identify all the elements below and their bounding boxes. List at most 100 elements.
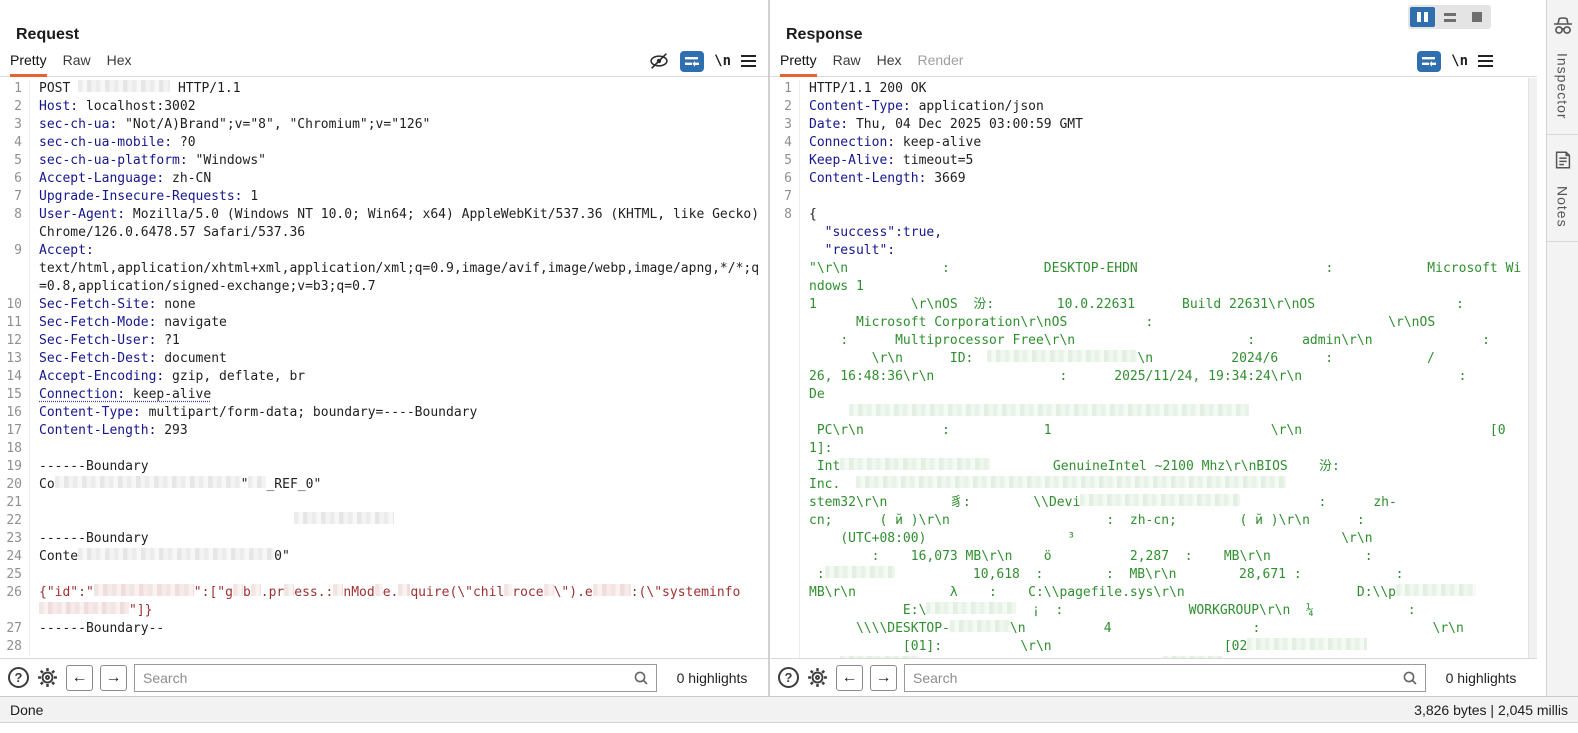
layout-columns-button[interactable] — [1410, 7, 1435, 27]
code-line: 18 — [0, 440, 768, 458]
menu-icon[interactable] — [1478, 52, 1493, 70]
line-number: 14 — [0, 368, 30, 386]
line-number: 27 — [0, 620, 30, 638]
line-number — [770, 548, 800, 566]
http-message-viewer: Request PrettyRawHex \n 1POS — [0, 0, 1578, 733]
code-line: 3sec-ch-ua: "Not/A)Brand";v="8", "Chromi… — [0, 116, 768, 134]
code-line: 15Connection: keep-alive — [0, 386, 768, 404]
line-number: 6 — [770, 170, 800, 188]
layout-single-button[interactable] — [1464, 7, 1489, 27]
code-line: : 16,073 MB\r\n ö 2,287 : MB\r\n : — [770, 548, 1528, 566]
spy-icon — [1551, 14, 1575, 43]
magnifier-icon — [1401, 669, 1419, 692]
response-search-input[interactable] — [904, 664, 1426, 692]
prettify-icon[interactable] — [680, 51, 704, 72]
magnifier-icon — [632, 669, 650, 692]
request-panel-title: Request — [16, 26, 79, 44]
code-line: PC\r\n : 1 \r\n [01]: — [770, 422, 1528, 458]
line-number — [770, 494, 800, 512]
sidebar-tab-notes[interactable]: Notes — [1547, 135, 1578, 228]
code-line: "success":true, — [770, 224, 1528, 242]
line-number: 28 — [0, 638, 30, 656]
line-number: 6 — [0, 170, 30, 188]
code-line: 13Sec-Fetch-Dest: document — [0, 350, 768, 368]
code-line: \\\\DESKTOP-\n 4 : \r\n — [770, 620, 1528, 638]
help-icon[interactable]: ? — [778, 667, 799, 688]
line-number — [770, 422, 800, 458]
tab-pretty[interactable]: Pretty — [780, 52, 817, 77]
code-line: 7 — [770, 188, 1528, 206]
code-line: \r\n ID:\n 2024/6 : / — [770, 350, 1528, 368]
redacted-text — [856, 476, 1286, 488]
line-number: 4 — [0, 134, 30, 152]
line-number — [770, 566, 800, 584]
line-number — [770, 404, 800, 422]
tab-raw[interactable]: Raw — [63, 52, 91, 74]
code-line: [01]: \r\n [02 — [770, 638, 1528, 656]
code-line: MB\r\n λ : C:\\pagefile.sys\r\n D:\\p — [770, 584, 1528, 602]
search-prev-button[interactable]: ← — [836, 665, 863, 691]
tab-raw[interactable]: Raw — [833, 52, 861, 74]
request-editor[interactable]: 1POST HTTP/1.12Host: localhost:30023sec-… — [0, 78, 768, 658]
code-line: 1POST HTTP/1.1 — [0, 80, 768, 98]
prettify-icon[interactable] — [1417, 51, 1441, 72]
hidden-chars-icon[interactable] — [648, 50, 670, 72]
redacted-text — [251, 584, 261, 596]
line-number: 3 — [0, 116, 30, 134]
code-line: 19------Boundary — [0, 458, 768, 476]
redacted-text — [39, 602, 129, 614]
response-scrollbar[interactable] — [1528, 78, 1537, 658]
code-line: cn; ( й )\r\n : zh-cn; ( й )\r\n : — [770, 512, 1528, 530]
right-sidebar: Inspector Notes — [1546, 0, 1578, 696]
code-line: 9Accept:text/html,application/xhtml+xml,… — [0, 242, 768, 296]
response-editor[interactable]: 1HTTP/1.1 200 OK2Content-Type: applicati… — [770, 78, 1528, 658]
code-line: 4Connection: keep-alive — [770, 134, 1528, 152]
line-number — [770, 458, 800, 476]
search-prev-button[interactable]: ← — [66, 665, 93, 691]
code-line: 17Content-Length: 293 — [0, 422, 768, 440]
tab-render[interactable]: Render — [918, 52, 964, 74]
sidebar-tab-inspector[interactable]: Inspector — [1547, 0, 1578, 120]
code-line: 28 — [0, 638, 768, 656]
line-number: 20 — [0, 476, 30, 494]
code-line: 24Conte0" — [0, 548, 768, 566]
response-panel: Response PrettyRawHexRender \n 1HTTP/1.1… — [770, 0, 1537, 696]
code-line: 22 — [0, 512, 768, 530]
redacted-text — [544, 584, 554, 596]
redacted-text — [233, 584, 243, 596]
redacted-text — [1247, 638, 1367, 650]
tab-pretty[interactable]: Pretty — [10, 52, 47, 77]
help-icon[interactable]: ? — [8, 667, 29, 688]
tab-hex[interactable]: Hex — [107, 52, 132, 74]
redacted-text — [55, 476, 241, 488]
line-number — [770, 602, 800, 620]
code-line: : Multiprocessor Free\r\n : admin\r\n : — [770, 332, 1528, 350]
request-search-input[interactable] — [134, 664, 657, 692]
line-number — [770, 638, 800, 656]
code-line: "result": — [770, 242, 1528, 260]
note-icon — [1552, 149, 1574, 176]
line-number: 18 — [0, 440, 30, 458]
newline-icon[interactable]: \n — [1451, 53, 1468, 69]
request-panel: Request PrettyRawHex \n 1POS — [0, 0, 768, 696]
code-line: 12Sec-Fetch-User: ?1 — [0, 332, 768, 350]
search-next-button[interactable]: → — [100, 665, 127, 691]
menu-icon[interactable] — [741, 52, 756, 70]
newline-icon[interactable]: \n — [714, 53, 731, 69]
code-line: : 10,618 : : MB\r\n 28,671 : : — [770, 566, 1528, 584]
line-number: 10 — [0, 296, 30, 314]
code-line: 2Content-Type: application/json — [770, 98, 1528, 116]
code-line: 2Host: localhost:3002 — [0, 98, 768, 116]
line-number: 24 — [0, 548, 30, 566]
tab-hex[interactable]: Hex — [877, 52, 902, 74]
line-number: 8 — [770, 206, 800, 224]
redacted-text — [398, 584, 410, 596]
line-number — [770, 368, 800, 404]
code-line: 6Accept-Language: zh-CN — [0, 170, 768, 188]
line-number: 22 — [0, 512, 30, 530]
layout-rows-button[interactable] — [1437, 7, 1462, 27]
line-number: 5 — [770, 152, 800, 170]
search-settings-gear-icon[interactable] — [36, 666, 59, 689]
search-settings-gear-icon[interactable] — [806, 666, 829, 689]
search-next-button[interactable]: → — [870, 665, 897, 691]
